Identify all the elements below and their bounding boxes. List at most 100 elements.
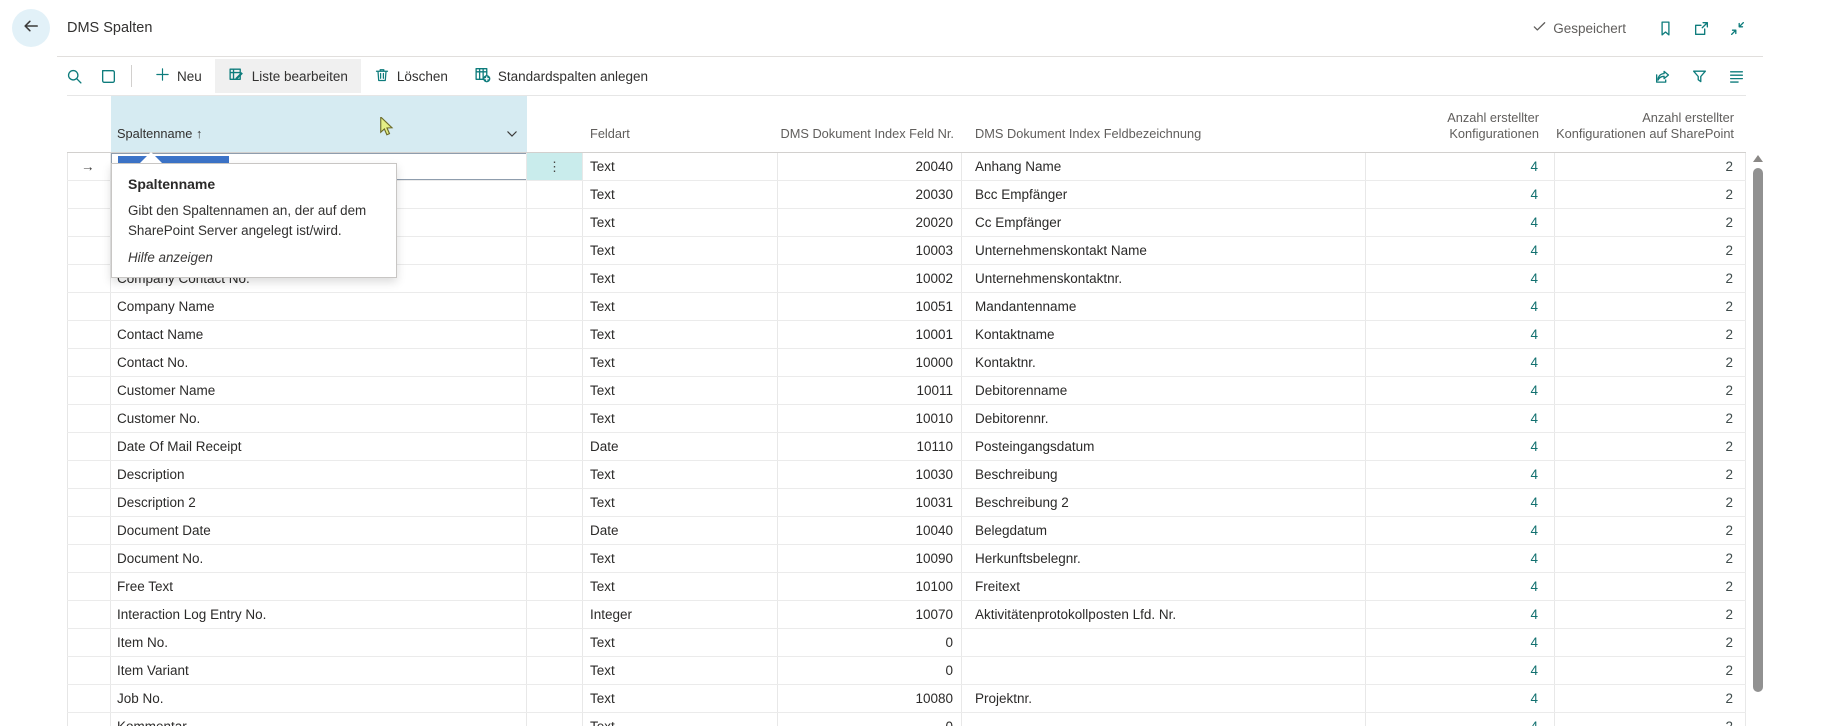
cell-feldbezeichnung[interactable]: Kontaktname [962, 321, 1366, 348]
cell-feldbezeichnung[interactable]: Aktivitätenprotokollposten Lfd. Nr. [962, 601, 1366, 628]
cell-feldart[interactable]: Text [583, 349, 778, 376]
cell-spaltenname[interactable]: Interaction Log Entry No. [111, 601, 527, 628]
cell-feldbezeichnung[interactable]: Beschreibung 2 [962, 489, 1366, 516]
cell-konfigurationen-link[interactable]: 4 [1366, 293, 1555, 320]
cell-feldbezeichnung[interactable]: Kontaktnr. [962, 349, 1366, 376]
table-row[interactable]: Document No. Text 10090 Herkunftsbelegnr… [67, 545, 1746, 573]
cell-spaltenname[interactable]: Date Of Mail Receipt [111, 433, 527, 460]
cell-konfigurationen-sharepoint-link[interactable]: 2 [1555, 349, 1746, 376]
cell-konfigurationen-link[interactable]: 4 [1366, 601, 1555, 628]
table-row[interactable]: Company Name Text 10051 Mandantenname 4 … [67, 293, 1746, 321]
cell-spaltenname[interactable]: Customer Name [111, 377, 527, 404]
cell-konfigurationen-link[interactable]: 4 [1366, 321, 1555, 348]
cell-spaltenname[interactable]: Contact No. [111, 349, 527, 376]
cell-konfigurationen-sharepoint-link[interactable]: 2 [1555, 433, 1746, 460]
cell-konfigurationen-sharepoint-link[interactable]: 2 [1555, 685, 1746, 712]
cell-feldnr[interactable]: 10100 [778, 573, 962, 600]
cell-konfigurationen-sharepoint-link[interactable]: 2 [1555, 153, 1746, 180]
cell-feldbezeichnung[interactable] [962, 629, 1366, 656]
cell-konfigurationen-sharepoint-link[interactable]: 2 [1555, 461, 1746, 488]
cell-konfigurationen-sharepoint-link[interactable]: 2 [1555, 629, 1746, 656]
header-feldbezeichnung[interactable]: DMS Dokument Index Feldbezeichnung [962, 96, 1366, 152]
scrollbar-up-arrow[interactable] [1753, 155, 1763, 162]
cell-feldbezeichnung[interactable]: Unternehmenskontakt Name [962, 237, 1366, 264]
cell-feldart[interactable]: Text [583, 629, 778, 656]
table-row[interactable]: Job No. Text 10080 Projektnr. 4 2 [67, 685, 1746, 713]
collapse-icon[interactable] [1721, 13, 1754, 43]
cell-feldart[interactable]: Text [583, 545, 778, 572]
cell-konfigurationen-sharepoint-link[interactable]: 2 [1555, 601, 1746, 628]
cell-konfigurationen-link[interactable]: 4 [1366, 181, 1555, 208]
cell-feldart[interactable]: Text [583, 209, 778, 236]
table-row[interactable]: Item Variant Text 0 4 2 [67, 657, 1746, 685]
table-row[interactable]: Contact No. Text 10000 Kontaktnr. 4 2 [67, 349, 1746, 377]
cell-konfigurationen-link[interactable]: 4 [1366, 629, 1555, 656]
tooltip-help-link[interactable]: Hilfe anzeigen [128, 250, 380, 265]
cell-feldbezeichnung[interactable]: Bcc Empfänger [962, 181, 1366, 208]
create-default-columns-button[interactable]: Standardspalten anlegen [461, 59, 661, 93]
cell-feldbezeichnung[interactable]: Unternehmenskontaktnr. [962, 265, 1366, 292]
choose-columns-icon[interactable] [1719, 61, 1753, 91]
cell-feldnr[interactable]: 10011 [778, 377, 962, 404]
cell-feldart[interactable]: Text [583, 181, 778, 208]
table-row[interactable]: Interaction Log Entry No. Integer 10070 … [67, 601, 1746, 629]
cell-feldbezeichnung[interactable]: Anhang Name [962, 153, 1366, 180]
table-row[interactable]: Description Text 10030 Beschreibung 4 2 [67, 461, 1746, 489]
cell-konfigurationen-link[interactable]: 4 [1366, 405, 1555, 432]
delete-button[interactable]: Löschen [361, 59, 461, 93]
cell-feldart[interactable]: Date [583, 433, 778, 460]
chevron-down-icon[interactable] [506, 126, 518, 143]
cell-konfigurationen-link[interactable]: 4 [1366, 489, 1555, 516]
open-in-window-icon[interactable] [1685, 13, 1718, 43]
cell-konfigurationen-link[interactable]: 4 [1366, 265, 1555, 292]
cell-spaltenname[interactable]: Kommentar [111, 713, 527, 726]
cell-spaltenname[interactable]: Contact Name [111, 321, 527, 348]
cell-feldbezeichnung[interactable]: Cc Empfänger [962, 209, 1366, 236]
cell-feldnr[interactable]: 10000 [778, 349, 962, 376]
analyze-icon[interactable] [91, 61, 125, 91]
edit-list-button[interactable]: Liste bearbeiten [215, 59, 361, 93]
cell-konfigurationen-link[interactable]: 4 [1366, 209, 1555, 236]
vertical-scrollbar[interactable] [1751, 152, 1765, 726]
cell-feldart[interactable]: Text [583, 461, 778, 488]
header-konfigurationen[interactable]: Anzahl erstellterKonfigurationen [1366, 96, 1555, 152]
cell-feldnr[interactable]: 20040 [778, 153, 962, 180]
cell-spaltenname[interactable]: Document No. [111, 545, 527, 572]
cell-feldnr[interactable]: 10110 [778, 433, 962, 460]
cell-feldnr[interactable]: 10030 [778, 461, 962, 488]
cell-feldart[interactable]: Integer [583, 601, 778, 628]
cell-spaltenname[interactable]: Description 2 [111, 489, 527, 516]
cell-konfigurationen-sharepoint-link[interactable]: 2 [1555, 545, 1746, 572]
cell-feldnr[interactable]: 10070 [778, 601, 962, 628]
cell-feldart[interactable]: Text [583, 685, 778, 712]
cell-spaltenname[interactable]: Customer No. [111, 405, 527, 432]
cell-feldart[interactable]: Text [583, 265, 778, 292]
cell-spaltenname[interactable]: Free Text [111, 573, 527, 600]
cell-konfigurationen-link[interactable]: 4 [1366, 517, 1555, 544]
cell-feldart[interactable]: Text [583, 237, 778, 264]
table-row[interactable]: Document Date Date 10040 Belegdatum 4 2 [67, 517, 1746, 545]
cell-feldart[interactable]: Text [583, 657, 778, 684]
cell-spaltenname[interactable]: Description [111, 461, 527, 488]
cell-spaltenname[interactable]: Item No. [111, 629, 527, 656]
cell-feldnr[interactable]: 20020 [778, 209, 962, 236]
new-button[interactable]: Neu [142, 59, 215, 93]
cell-konfigurationen-sharepoint-link[interactable]: 2 [1555, 237, 1746, 264]
cell-konfigurationen-link[interactable]: 4 [1366, 713, 1555, 726]
table-row[interactable]: Customer No. Text 10010 Debitorennr. 4 2 [67, 405, 1746, 433]
table-row[interactable]: Description 2 Text 10031 Beschreibung 2 … [67, 489, 1746, 517]
cell-spaltenname[interactable]: Company Name [111, 293, 527, 320]
cell-konfigurationen-sharepoint-link[interactable]: 2 [1555, 181, 1746, 208]
bookmark-icon[interactable] [1649, 13, 1682, 43]
header-feldnr[interactable]: DMS Dokument Index Feld Nr. [778, 96, 962, 152]
cell-konfigurationen-sharepoint-link[interactable]: 2 [1555, 265, 1746, 292]
cell-konfigurationen-sharepoint-link[interactable]: 2 [1555, 377, 1746, 404]
table-row[interactable]: Customer Name Text 10011 Debitorenname 4… [67, 377, 1746, 405]
cell-konfigurationen-sharepoint-link[interactable]: 2 [1555, 517, 1746, 544]
table-row[interactable]: Kommentar Text 0 4 2 [67, 713, 1746, 726]
cell-feldbezeichnung[interactable]: Mandantenname [962, 293, 1366, 320]
cell-konfigurationen-sharepoint-link[interactable]: 2 [1555, 489, 1746, 516]
cell-konfigurationen-sharepoint-link[interactable]: 2 [1555, 713, 1746, 726]
cell-konfigurationen-link[interactable]: 4 [1366, 545, 1555, 572]
cell-feldbezeichnung[interactable]: Beschreibung [962, 461, 1366, 488]
